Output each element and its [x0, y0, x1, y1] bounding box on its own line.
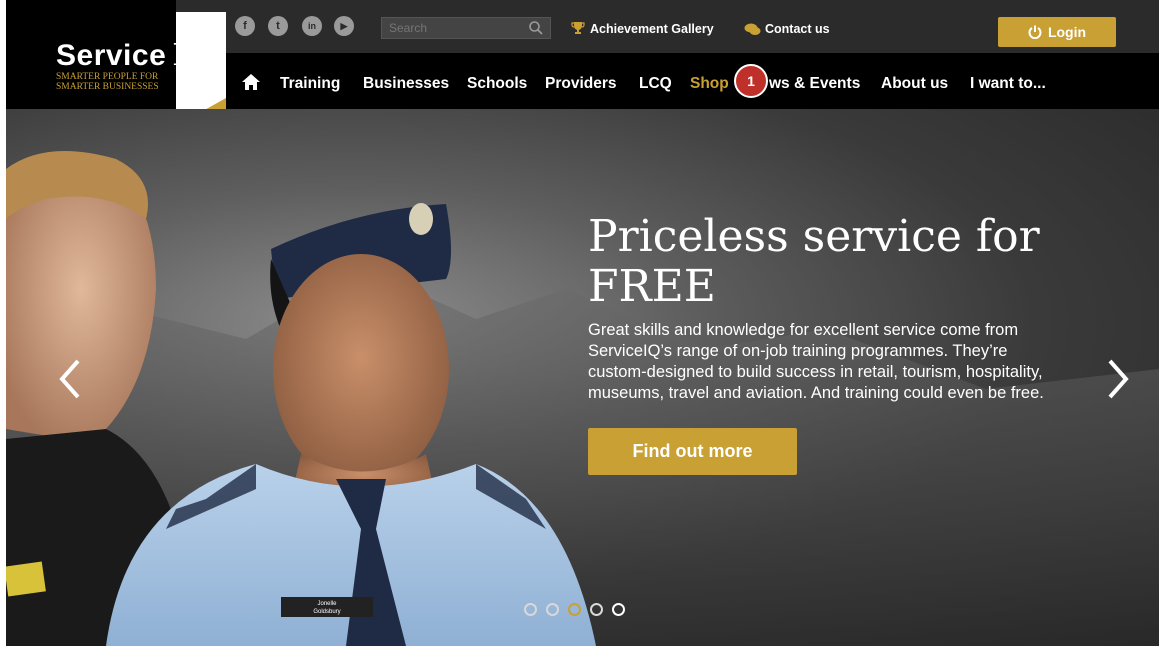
achievement-gallery-link[interactable]: Achievement Gallery — [590, 22, 714, 36]
trophy-icon — [571, 22, 585, 34]
carousel-dot[interactable] — [568, 603, 581, 616]
nav-shop[interactable]: Shop — [690, 75, 729, 93]
nametag-line-2: Goldsbury — [313, 609, 340, 615]
power-icon — [1028, 25, 1042, 39]
nav-lcq[interactable]: LCQ — [639, 75, 672, 93]
nav-news-events[interactable]: ws & Events — [769, 75, 860, 93]
login-button[interactable]: Login — [998, 17, 1116, 47]
facebook-icon[interactable]: f — [235, 16, 255, 36]
logo[interactable]: ServiceIQ SMARTER PEOPLE FOR SMARTER BUS… — [6, 0, 209, 109]
nav-i-want-to[interactable]: I want to... — [970, 75, 1046, 93]
linkedin-icon[interactable]: in — [302, 16, 322, 36]
youtube-icon[interactable]: ▶ — [334, 16, 354, 36]
hero-title: Priceless service for FREE — [588, 211, 1040, 312]
nametag-line-1: Jonelle — [317, 601, 337, 607]
carousel-next-arrow-icon[interactable] — [1104, 355, 1132, 403]
twitter-icon[interactable]: t — [268, 16, 288, 36]
carousel-dot[interactable] — [590, 603, 603, 616]
search-icon[interactable] — [528, 20, 544, 36]
search-input[interactable] — [381, 17, 551, 39]
logo-tagline: SMARTER PEOPLE FOR SMARTER BUSINESSES — [56, 72, 159, 92]
find-out-more-button[interactable]: Find out more — [588, 428, 797, 475]
nav-about-us[interactable]: About us — [881, 75, 948, 93]
nav-providers[interactable]: Providers — [545, 75, 617, 93]
carousel-dot[interactable] — [546, 603, 559, 616]
nav-training[interactable]: Training — [280, 75, 340, 93]
login-label: Login — [1047, 24, 1087, 40]
hero-description: Great skills and knowledge for excellent… — [588, 321, 1044, 402]
home-icon[interactable] — [242, 74, 260, 90]
carousel-dot[interactable] — [612, 603, 625, 616]
chat-bubble-icon — [744, 23, 761, 35]
nav-schools[interactable]: Schools — [467, 75, 527, 93]
page: ServiceIQ SMARTER PEOPLE FOR SMARTER BUS… — [6, 0, 1159, 646]
contact-us-link[interactable]: Contact us — [765, 22, 830, 36]
step-badge: 1 — [734, 64, 768, 98]
carousel-prev-arrow-icon[interactable] — [56, 355, 84, 403]
carousel-dot[interactable] — [524, 603, 537, 616]
nav-businesses[interactable]: Businesses — [363, 75, 449, 93]
